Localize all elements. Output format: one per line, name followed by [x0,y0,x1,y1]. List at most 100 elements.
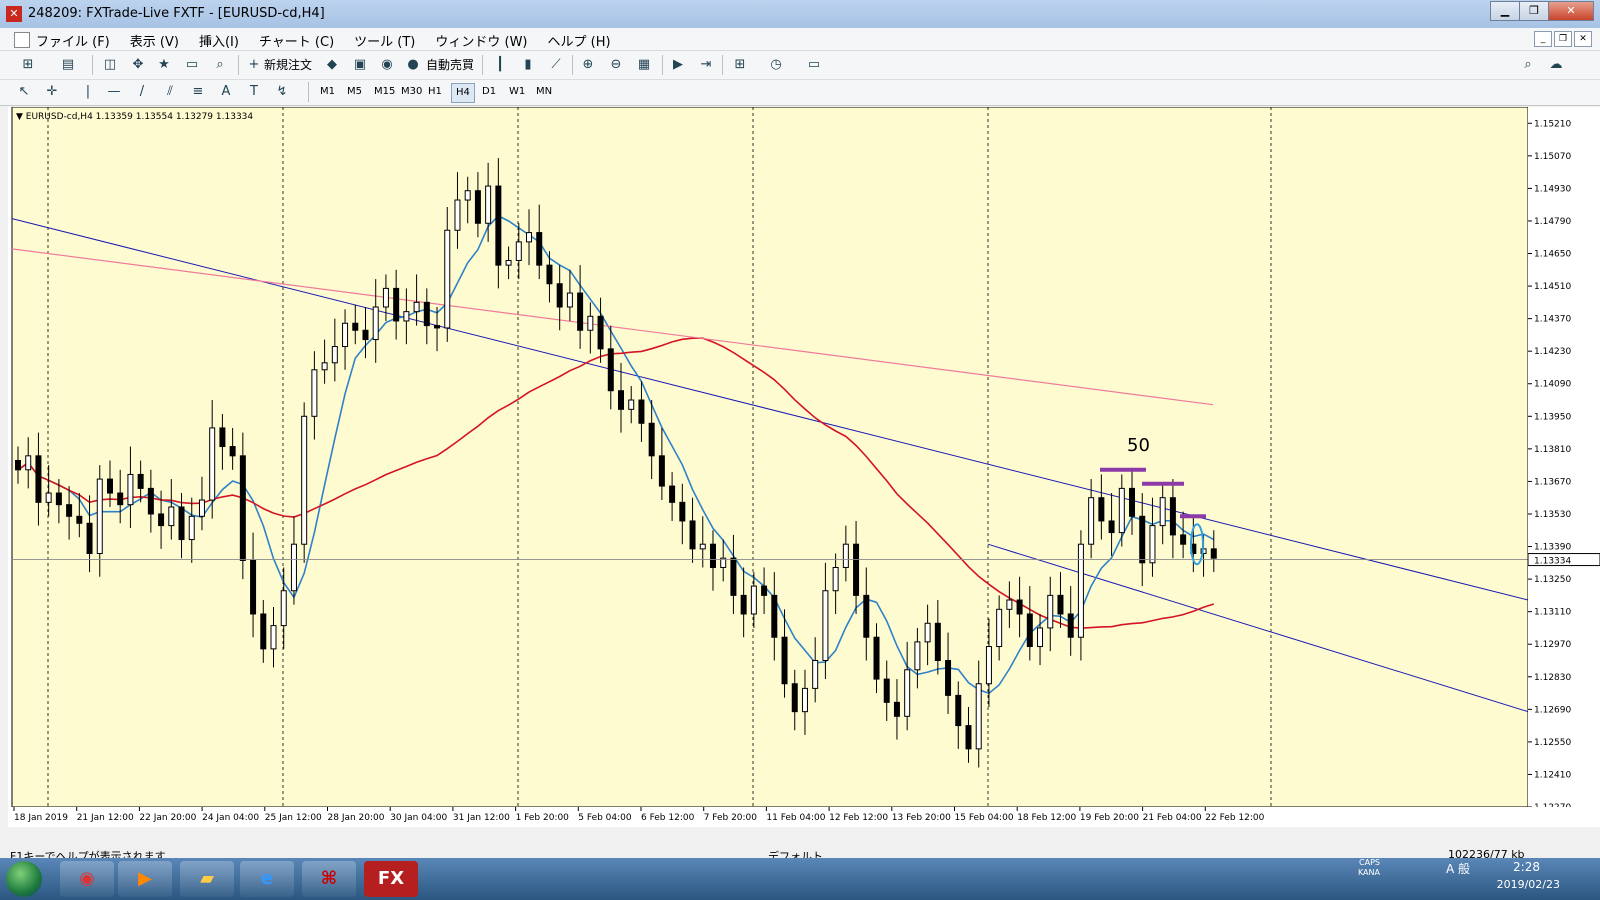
terminal-icon[interactable]: ▭ [182,55,202,75]
auto-trading-button[interactable]: 自動売買 [426,56,474,73]
menu-item-3[interactable]: チャート (C) [259,31,334,50]
menu-item-1[interactable]: 表示 (V) [130,31,179,50]
tile-windows-icon[interactable]: ▦ [634,55,654,75]
mdi-restore-button[interactable]: ❐ [1554,31,1572,47]
close-button[interactable]: ✕ [1548,1,1594,21]
candle-body-88 [914,641,921,671]
candle-body-71 [740,594,747,615]
menu-bar: ファイル (F) 表示 (V) 挿入(I) チャート (C) ツール (T) ウィンドウ … [0,28,1600,51]
arrows-icon[interactable]: ↯ [272,82,292,102]
metaeditor-icon[interactable]: ◆ [322,55,342,75]
timeframe-d1[interactable]: D1 [478,83,500,101]
acrobat-icon[interactable]: ⌘ [302,861,356,897]
candle-body-18 [198,499,205,517]
timeframe-h4[interactable]: H4 [451,83,475,103]
menu-item-5[interactable]: ウィンドウ (W) [435,31,527,50]
chart-window[interactable]: 1.15210 1.15070 1.14930 1.14790 1.14650 1.145… [8,106,1600,827]
candle-body-57 [597,315,604,350]
timeframe-m15[interactable]: M15 [370,83,399,101]
chrome-icon[interactable]: ◉ [60,861,114,897]
price-chart[interactable]: 1.15210 1.15070 1.14930 1.14790 1.14650 1.145… [8,106,1600,827]
timeframe-m5[interactable]: M5 [343,83,366,101]
candle-body-92 [955,694,962,727]
candle-body-30 [321,362,328,371]
new-order-button[interactable]: 新規注文 [264,56,312,73]
periods-icon[interactable]: ◷ [766,55,786,75]
equidistant-channel-icon[interactable]: ⫽ [160,82,180,102]
fx-taskbar-icon[interactable]: FX [364,861,418,897]
price-axis [1528,107,1600,827]
maximize-button[interactable]: ❐ [1519,1,1549,21]
candle-body-48 [505,259,512,266]
timeframe-w1[interactable]: W1 [505,83,529,101]
timeframe-m30[interactable]: M30 [397,83,426,101]
menu-item-4[interactable]: ツール (T) [354,31,415,50]
bar-chart-icon[interactable]: ┃ [490,55,510,75]
chat-icon[interactable]: ☁ [1546,55,1566,75]
y-tick-label-20: 1.12410 [1534,770,1571,780]
new-order-icon[interactable]: + [244,55,264,75]
candle-body-101 [1047,594,1054,629]
indicators-icon[interactable]: ⊞ [730,55,750,75]
line-chart-icon[interactable]: ⟋ [546,55,566,75]
fibonacci-icon[interactable]: ≡ [188,82,208,102]
ime-indicator[interactable]: A 般 [1446,860,1470,877]
search-icon[interactable]: ⌕ [1518,55,1538,75]
window-title: 248209: FXTrade-Live FXTF - [EURUSD-cd,H… [28,6,325,21]
clock-time[interactable]: 2:28 [1513,860,1540,874]
mdi-close-button[interactable]: ✕ [1574,31,1592,47]
start-button[interactable] [6,861,42,897]
market-icon[interactable]: ◉ [377,55,397,75]
market-watch-icon[interactable]: ◫ [100,55,120,75]
candle-body-19 [209,427,216,501]
x-tick-label-7: 31 Jan 12:00 [453,813,510,823]
mdi-minimize-button[interactable]: _ [1534,31,1552,47]
templates-icon[interactable]: ▭ [804,55,824,75]
minimize-button[interactable]: ▁ [1490,1,1520,21]
candle-body-84 [873,636,880,680]
candle-body-12 [137,473,144,489]
menu-item-2[interactable]: 挿入(I) [199,31,239,50]
ie-icon[interactable]: e [240,861,294,897]
new-chart-icon[interactable]: ⊞ [18,55,38,75]
timeframe-mn[interactable]: MN [532,83,556,101]
candle-body-33 [352,322,359,331]
explorer-icon[interactable]: ▰ [180,861,234,897]
x-tick-label-9: 5 Feb 04:00 [578,813,632,823]
data-window-icon[interactable]: ✥ [128,55,148,75]
trendline-icon[interactable]: / [132,82,152,102]
menu-item-0[interactable]: ファイル (F) [36,31,110,50]
candlestick-icon[interactable]: ▮ [518,55,538,75]
candle-body-63 [658,455,665,487]
auto-trading-icon[interactable]: ● [403,55,423,75]
y-tick-label-11: 1.13670 [1534,477,1571,487]
y-tick-label-12: 1.13530 [1534,510,1571,520]
media-player-icon[interactable]: ▶ [118,861,172,897]
text-icon[interactable]: A [216,82,236,102]
candle-body-21 [229,446,236,457]
clock-date[interactable]: 2019/02/23 [1497,878,1560,891]
timeframe-m1[interactable]: M1 [316,83,339,101]
timeframe-h1[interactable]: H1 [424,83,446,101]
signals-icon[interactable]: ▣ [350,55,370,75]
x-tick-label-15: 15 Feb 04:00 [955,813,1014,823]
candle-body-65 [679,501,686,522]
crosshair-icon[interactable]: ✛ [42,82,62,102]
auto-scroll-icon[interactable]: ▶ [668,55,688,75]
navigator-icon[interactable]: ★ [154,55,174,75]
x-tick-label-10: 6 Feb 12:00 [641,813,695,823]
chart-shift-icon[interactable]: ⇥ [696,55,716,75]
candle-body-100 [1037,627,1044,648]
menu-item-6[interactable]: ヘルプ (H) [548,31,611,50]
text-label-icon[interactable]: T [244,82,264,102]
candle-body-5 [66,504,73,517]
zoom-out-icon[interactable]: ⊖ [606,55,626,75]
zoom-in-icon[interactable]: ⊕ [578,55,598,75]
vertical-line-icon[interactable]: | [78,82,98,102]
profiles-icon[interactable]: ▤ [58,55,78,75]
horizontal-line-icon[interactable]: — [104,82,124,102]
standard-toolbar: ⊞ ▤ ◫ ✥ ★ ▭ ⌕ + 新規注文 ◆ ▣ ◉ ● 自動売買 ┃ ▮ ⟋ … [0,51,1600,80]
document-icon[interactable] [14,32,30,48]
strategy-tester-icon[interactable]: ⌕ [210,55,230,75]
cursor-icon[interactable]: ↖ [14,82,34,102]
